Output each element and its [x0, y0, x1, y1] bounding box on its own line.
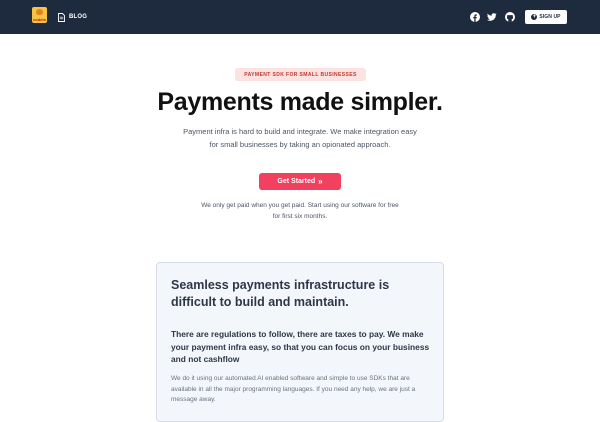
- blog-link[interactable]: BLOG: [58, 11, 87, 23]
- logo-text: codeIo: [33, 17, 46, 22]
- double-chevron-right-icon: »: [318, 176, 323, 186]
- card-title: Seamless payments infrastructure is diff…: [171, 278, 390, 309]
- card-body: We do it using our automated AI enabled …: [171, 375, 416, 403]
- sign-up-label: SIGN UP: [539, 14, 561, 20]
- logo[interactable]: codeIo: [32, 7, 47, 23]
- get-started-label: Get Started: [277, 178, 316, 185]
- navbar: codeIo BLOG + SIGN UP: [0, 0, 600, 34]
- blog-label: BLOG: [69, 14, 88, 20]
- card-subtitle: There are regulations to follow, there a…: [171, 329, 430, 364]
- bird-icon: [36, 9, 43, 15]
- github-icon[interactable]: [505, 12, 515, 22]
- hero-headline: Payments made simpler.: [157, 88, 443, 116]
- plus-circle-icon: +: [531, 14, 538, 20]
- tagline-badge: PAYMENT SDK FOR SMALL BUSINESSES: [235, 68, 366, 81]
- pricing-note: We only get paid when you get paid. Star…: [201, 202, 399, 220]
- twitter-icon[interactable]: [487, 12, 497, 22]
- facebook-icon[interactable]: [470, 12, 480, 22]
- sign-up-button[interactable]: + SIGN UP: [525, 10, 567, 24]
- document-icon: [58, 12, 65, 22]
- hero-subtext: Payment infra is hard to build and integ…: [183, 127, 417, 149]
- feature-card: Seamless payments infrastructure is diff…: [156, 262, 444, 422]
- get-started-button[interactable]: Get Started »: [259, 173, 341, 190]
